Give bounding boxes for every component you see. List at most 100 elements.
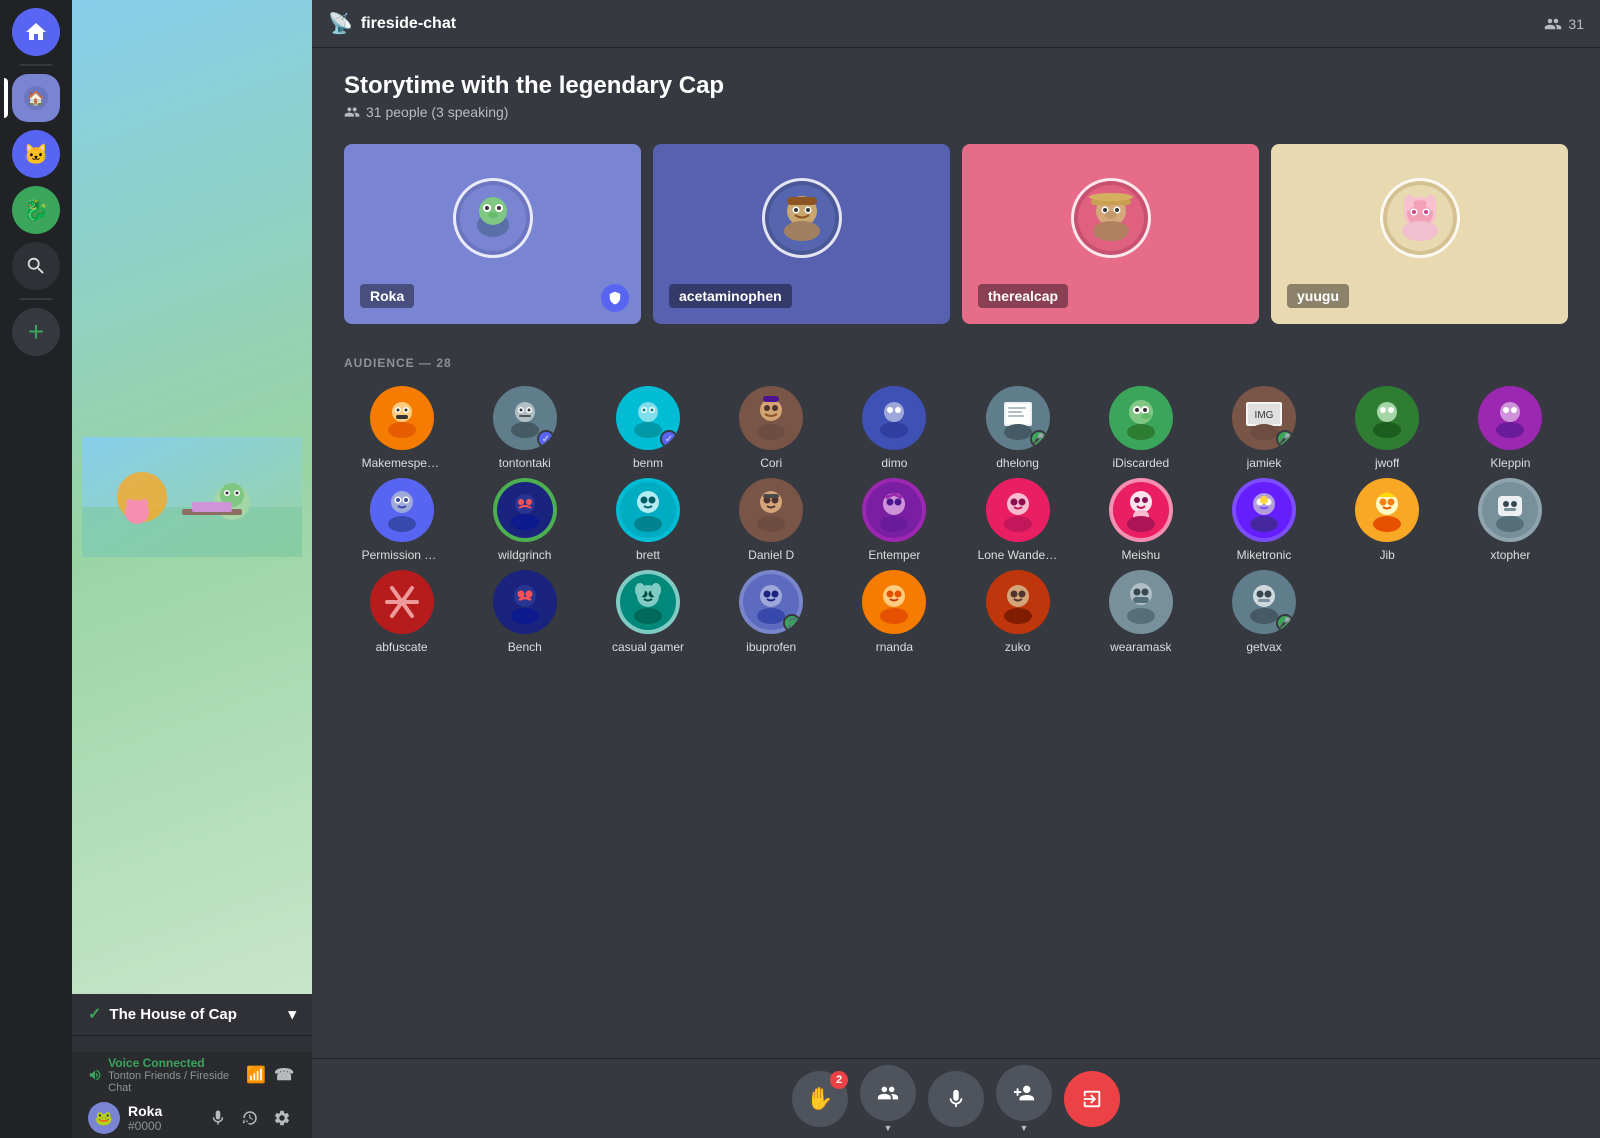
speaker-card-therealcap[interactable]: therealcap: [962, 144, 1259, 324]
audience-avatar: [1478, 386, 1542, 450]
audience-name: Cori: [760, 456, 782, 470]
audience-member-zuko[interactable]: zuko: [960, 570, 1075, 654]
audience-name: zuko: [1005, 640, 1030, 654]
audience-name: Jib: [1380, 548, 1395, 562]
audience-name: xtopher: [1490, 548, 1530, 562]
audience-member-xtopher[interactable]: xtopher: [1453, 478, 1568, 562]
stage-content: Storytime with the legendary Cap 31 peop…: [312, 48, 1600, 1058]
audience-member-brett[interactable]: brett: [590, 478, 705, 562]
audience-member-wildgrinch[interactable]: wildgrinch: [467, 478, 582, 562]
audience-member-cori[interactable]: Cori: [714, 386, 829, 470]
audience-member-getvax[interactable]: 🎤 getvax: [1206, 570, 1321, 654]
audience-member-miketronic[interactable]: Miketronic: [1206, 478, 1321, 562]
user-name: Roka: [128, 1103, 196, 1119]
audience-name: wearamask: [1110, 640, 1171, 654]
audience-member-jwoff[interactable]: jwoff: [1330, 386, 1445, 470]
deafen-button[interactable]: [236, 1104, 264, 1132]
member-badge: 🎵: [783, 614, 801, 632]
voice-disconnect-icon[interactable]: ☎: [272, 1063, 296, 1087]
stage-controls: ✋ 2 ▼ ▼: [312, 1058, 1600, 1138]
settings-button[interactable]: [268, 1104, 296, 1132]
people-count-number: 31: [1568, 16, 1584, 32]
discord-home-button[interactable]: [12, 8, 60, 56]
mic-button[interactable]: [928, 1071, 984, 1127]
active-indicator: [4, 78, 8, 118]
audience-member-casual-gamer[interactable]: casual gamer: [590, 570, 705, 654]
svg-text:🐸: 🐸: [95, 1110, 112, 1126]
server-icon-wrapper-1: 🏠: [12, 74, 60, 122]
raise-hand-button[interactable]: ✋ 2: [792, 1071, 848, 1127]
people-count: 31: [1544, 15, 1584, 33]
audience-member-permission-man[interactable]: Permission Man: [344, 478, 459, 562]
audience-avatar: [1355, 478, 1419, 542]
audience-avatar: [1109, 386, 1173, 450]
user-bar: Voice Connected Tonton Friends / Firesid…: [72, 1052, 312, 1138]
stage-meta: 31 people (3 speaking): [344, 104, 1568, 120]
audience-name: iDiscarded: [1112, 456, 1169, 470]
audience-member-dimo[interactable]: dimo: [837, 386, 952, 470]
voice-signal-icon[interactable]: 📶: [244, 1063, 268, 1087]
member-badge: 🎤: [1276, 430, 1294, 448]
audience-name: wildgrinch: [498, 548, 551, 562]
audience-member-rnanda[interactable]: rnanda: [837, 570, 952, 654]
server-icon-explore[interactable]: [12, 242, 60, 290]
audience-member-makemespeakrr[interactable]: Makemespeakrr: [344, 386, 459, 470]
audience-member-lone-wanderer[interactable]: Lone Wanderer: [960, 478, 1075, 562]
member-badge: 🎤: [1030, 430, 1048, 448]
svg-text:🏠: 🏠: [27, 90, 44, 107]
audience-avatar: [1232, 478, 1296, 542]
invite-arrow: ▼: [884, 1123, 893, 1133]
add-speaker-arrow: ▼: [1020, 1123, 1029, 1133]
audience-member-tontontaki[interactable]: ✓ tontontaki: [467, 386, 582, 470]
audience-member-jamiek[interactable]: IMG 🎤 jamiek: [1206, 386, 1321, 470]
voice-controls: 📶 ☎: [244, 1063, 296, 1087]
audience-member-meishu[interactable]: Meishu: [1083, 478, 1198, 562]
server-icon-1[interactable]: 🏠: [12, 74, 60, 122]
audience-member-dhelong[interactable]: 🎤 dhelong: [960, 386, 1075, 470]
speaker-avatar-acetaminophen: [762, 178, 842, 258]
audience-avatar: ✓: [493, 386, 557, 450]
audience-avatar: [493, 478, 557, 542]
audience-member-wearamask[interactable]: wearamask: [1083, 570, 1198, 654]
audience-member-jib[interactable]: Jib: [1330, 478, 1445, 562]
voice-server-name: Tonton Friends / Fireside Chat: [108, 1070, 238, 1094]
topbar-right: 31: [1544, 15, 1584, 33]
audience-avatar: [616, 478, 680, 542]
server-icon-3[interactable]: 🐉: [12, 186, 60, 234]
audience-member-idiscarded[interactable]: iDiscarded: [1083, 386, 1198, 470]
server-icon-2[interactable]: 🐱: [12, 130, 60, 178]
invite-button[interactable]: [860, 1065, 916, 1121]
speaker-card-roka[interactable]: Roka: [344, 144, 641, 324]
server-bar: 🏠 🐱 🐉 +: [0, 0, 72, 1138]
audience-member-abfuscate[interactable]: abfuscate: [344, 570, 459, 654]
leave-button[interactable]: [1064, 1071, 1120, 1127]
audience-name: Meishu: [1121, 548, 1160, 562]
audience-avatar: 🎵: [739, 570, 803, 634]
audience-member-ibuprofen[interactable]: 🎵 ibuprofen: [714, 570, 829, 654]
audience-avatar: [370, 386, 434, 450]
user-info-bar: 🐸 Roka #0000: [80, 1098, 304, 1138]
audience-member-kleppin[interactable]: Kleppin: [1453, 386, 1568, 470]
audience-name: brett: [636, 548, 660, 562]
audience-avatar: [616, 570, 680, 634]
server-divider-2: [20, 298, 52, 300]
server-header-chevron: ▾: [288, 1005, 296, 1023]
mute-button[interactable]: [204, 1104, 232, 1132]
audience-member-daniel-d[interactable]: Daniel D: [714, 478, 829, 562]
audience-name: Permission Man: [362, 548, 442, 562]
server-header[interactable]: ✓ The House of Cap ▾: [72, 994, 312, 1036]
category-news[interactable]: ▾ NEWS & ANNOUNCEMENT: [72, 1044, 312, 1052]
audience-name: getvax: [1246, 640, 1281, 654]
add-speaker-button[interactable]: [996, 1065, 1052, 1121]
speakers-grid: Roka acetaminophen: [344, 144, 1568, 324]
audience-name: jamiek: [1247, 456, 1282, 470]
speaker-card-yuugu[interactable]: yuugu: [1271, 144, 1568, 324]
audience-name: Miketronic: [1237, 548, 1292, 562]
audience-grid: Makemespeakrr ✓ tontontaki ✓ benm: [344, 386, 1568, 654]
audience-member-bench[interactable]: Bench: [467, 570, 582, 654]
add-server-button[interactable]: +: [12, 308, 60, 356]
voice-connected-label: Voice Connected: [108, 1056, 238, 1070]
speaker-card-acetaminophen[interactable]: acetaminophen: [653, 144, 950, 324]
audience-member-entemper[interactable]: Entemper: [837, 478, 952, 562]
audience-member-benm[interactable]: ✓ benm: [590, 386, 705, 470]
